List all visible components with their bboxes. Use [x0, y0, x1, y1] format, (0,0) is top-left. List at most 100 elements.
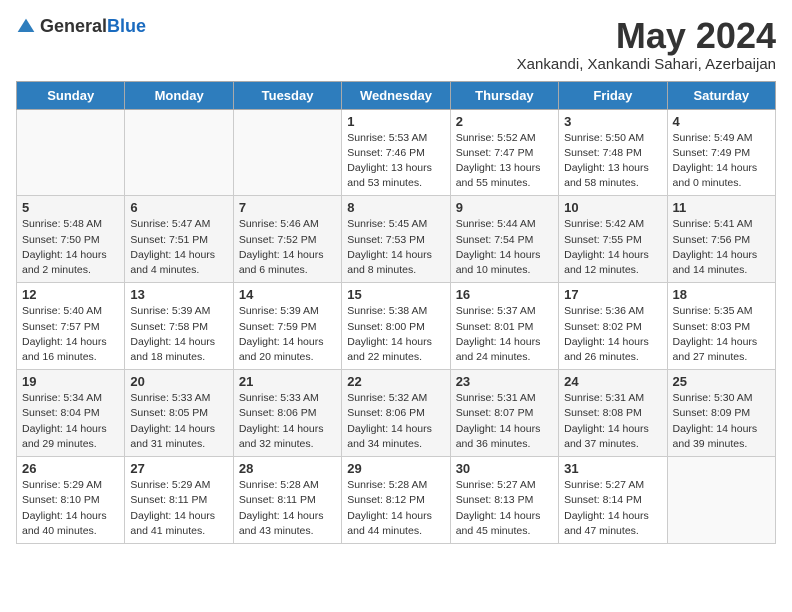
day-info: Sunrise: 5:28 AM Sunset: 8:11 PM Dayligh… — [239, 478, 336, 539]
day-number: 28 — [239, 461, 336, 476]
day-number: 6 — [130, 200, 227, 215]
weekday-header-tuesday: Tuesday — [233, 81, 341, 109]
day-info: Sunrise: 5:29 AM Sunset: 8:10 PM Dayligh… — [22, 478, 119, 539]
day-info: Sunrise: 5:27 AM Sunset: 8:13 PM Dayligh… — [456, 478, 553, 539]
calendar-cell: 16 Sunrise: 5:37 AM Sunset: 8:01 PM Dayli… — [450, 283, 558, 370]
calendar-cell — [667, 457, 775, 544]
calendar-cell: 9 Sunrise: 5:44 AM Sunset: 7:54 PM Daylig… — [450, 196, 558, 283]
day-number: 11 — [673, 200, 770, 215]
day-info: Sunrise: 5:36 AM Sunset: 8:02 PM Dayligh… — [564, 304, 661, 365]
calendar-cell: 28 Sunrise: 5:28 AM Sunset: 8:11 PM Dayli… — [233, 457, 341, 544]
day-number: 21 — [239, 374, 336, 389]
day-number: 10 — [564, 200, 661, 215]
calendar-cell: 23 Sunrise: 5:31 AM Sunset: 8:07 PM Dayli… — [450, 370, 558, 457]
calendar-header: SundayMondayTuesdayWednesdayThursdayFrid… — [17, 81, 776, 109]
day-number: 14 — [239, 287, 336, 302]
calendar-cell: 18 Sunrise: 5:35 AM Sunset: 8:03 PM Dayli… — [667, 283, 775, 370]
calendar-cell: 4Sunrise: 5:49 AM Sunset: 7:49 PM Daylig… — [667, 109, 775, 196]
weekday-header-thursday: Thursday — [450, 81, 558, 109]
day-number: 16 — [456, 287, 553, 302]
calendar-cell: 6Sunrise: 5:47 AM Sunset: 7:51 PM Daylig… — [125, 196, 233, 283]
calendar-week-row: 12Sunrise: 5:40 AM Sunset: 7:57 PM Dayli… — [17, 283, 776, 370]
calendar-week-row: 26Sunrise: 5:29 AM Sunset: 8:10 PM Dayli… — [17, 457, 776, 544]
day-number: 27 — [130, 461, 227, 476]
day-number: 18 — [673, 287, 770, 302]
day-info: Sunrise: 5:39 AM Sunset: 7:58 PM Dayligh… — [130, 304, 227, 365]
day-info: Sunrise: 5:46 AM Sunset: 7:52 PM Dayligh… — [239, 217, 336, 278]
calendar-body: 1 Sunrise: 5:53 AM Sunset: 7:46 PM Daylig… — [17, 109, 776, 543]
day-number: 19 — [22, 374, 119, 389]
weekday-header-wednesday: Wednesday — [342, 81, 450, 109]
page-header: GeneralBlue May 2024 Xankandi, Xankandi … — [16, 16, 776, 73]
day-info: Sunrise: 5:45 AM Sunset: 7:53 PM Dayligh… — [347, 217, 444, 278]
day-info: Sunrise: 5:33 AM Sunset: 8:05 PM Dayligh… — [130, 391, 227, 452]
day-number: 9 — [456, 200, 553, 215]
day-info: Sunrise: 5:32 AM Sunset: 8:06 PM Dayligh… — [347, 391, 444, 452]
day-info: Sunrise: 5:38 AM Sunset: 8:00 PM Dayligh… — [347, 304, 444, 365]
calendar-week-row: 1 Sunrise: 5:53 AM Sunset: 7:46 PM Daylig… — [17, 109, 776, 196]
calendar-cell: 8 Sunrise: 5:45 AM Sunset: 7:53 PM Daylig… — [342, 196, 450, 283]
calendar-cell: 19 Sunrise: 5:34 AM Sunset: 8:04 PM Dayli… — [17, 370, 125, 457]
calendar-cell: 30 Sunrise: 5:27 AM Sunset: 8:13 PM Dayli… — [450, 457, 558, 544]
day-info: Sunrise: 5:50 AM Sunset: 7:48 PM Dayligh… — [564, 131, 661, 192]
generalblue-logo-icon — [16, 17, 36, 37]
calendar-cell: 7 Sunrise: 5:46 AM Sunset: 7:52 PM Daylig… — [233, 196, 341, 283]
calendar-cell — [125, 109, 233, 196]
day-number: 1 — [347, 114, 444, 129]
calendar-cell: 27Sunrise: 5:29 AM Sunset: 8:11 PM Dayli… — [125, 457, 233, 544]
calendar-cell — [233, 109, 341, 196]
weekday-header-row: SundayMondayTuesdayWednesdayThursdayFrid… — [17, 81, 776, 109]
day-info: Sunrise: 5:33 AM Sunset: 8:06 PM Dayligh… — [239, 391, 336, 452]
day-info: Sunrise: 5:35 AM Sunset: 8:03 PM Dayligh… — [673, 304, 770, 365]
location-subtitle: Xankandi, Xankandi Sahari, Azerbaijan — [517, 56, 776, 73]
logo: GeneralBlue — [16, 16, 146, 37]
day-info: Sunrise: 5:27 AM Sunset: 8:14 PM Dayligh… — [564, 478, 661, 539]
weekday-header-monday: Monday — [125, 81, 233, 109]
day-info: Sunrise: 5:49 AM Sunset: 7:49 PM Dayligh… — [673, 131, 770, 192]
weekday-header-friday: Friday — [559, 81, 667, 109]
day-info: Sunrise: 5:39 AM Sunset: 7:59 PM Dayligh… — [239, 304, 336, 365]
calendar-cell: 29Sunrise: 5:28 AM Sunset: 8:12 PM Dayli… — [342, 457, 450, 544]
weekday-header-saturday: Saturday — [667, 81, 775, 109]
day-info: Sunrise: 5:31 AM Sunset: 8:07 PM Dayligh… — [456, 391, 553, 452]
day-number: 17 — [564, 287, 661, 302]
day-number: 23 — [456, 374, 553, 389]
day-number: 8 — [347, 200, 444, 215]
calendar-cell: 21 Sunrise: 5:33 AM Sunset: 8:06 PM Dayli… — [233, 370, 341, 457]
day-number: 13 — [130, 287, 227, 302]
day-info: Sunrise: 5:41 AM Sunset: 7:56 PM Dayligh… — [673, 217, 770, 278]
day-info: Sunrise: 5:53 AM Sunset: 7:46 PM Dayligh… — [347, 131, 444, 192]
calendar-week-row: 5Sunrise: 5:48 AM Sunset: 7:50 PM Daylig… — [17, 196, 776, 283]
day-number: 2 — [456, 114, 553, 129]
day-number: 7 — [239, 200, 336, 215]
logo-text: GeneralBlue — [40, 16, 146, 37]
day-number: 20 — [130, 374, 227, 389]
day-number: 5 — [22, 200, 119, 215]
day-info: Sunrise: 5:44 AM Sunset: 7:54 PM Dayligh… — [456, 217, 553, 278]
day-info: Sunrise: 5:40 AM Sunset: 7:57 PM Dayligh… — [22, 304, 119, 365]
day-info: Sunrise: 5:34 AM Sunset: 8:04 PM Dayligh… — [22, 391, 119, 452]
calendar-week-row: 19 Sunrise: 5:34 AM Sunset: 8:04 PM Dayli… — [17, 370, 776, 457]
calendar-cell — [17, 109, 125, 196]
calendar-cell: 5Sunrise: 5:48 AM Sunset: 7:50 PM Daylig… — [17, 196, 125, 283]
calendar-cell: 11 Sunrise: 5:41 AM Sunset: 7:56 PM Dayli… — [667, 196, 775, 283]
weekday-header-sunday: Sunday — [17, 81, 125, 109]
day-info: Sunrise: 5:30 AM Sunset: 8:09 PM Dayligh… — [673, 391, 770, 452]
calendar-table: SundayMondayTuesdayWednesdayThursdayFrid… — [16, 81, 776, 544]
calendar-cell: 2Sunrise: 5:52 AM Sunset: 7:47 PM Daylig… — [450, 109, 558, 196]
day-number: 22 — [347, 374, 444, 389]
day-info: Sunrise: 5:42 AM Sunset: 7:55 PM Dayligh… — [564, 217, 661, 278]
day-number: 15 — [347, 287, 444, 302]
day-number: 25 — [673, 374, 770, 389]
calendar-cell: 1 Sunrise: 5:53 AM Sunset: 7:46 PM Daylig… — [342, 109, 450, 196]
day-number: 30 — [456, 461, 553, 476]
calendar-cell: 24Sunrise: 5:31 AM Sunset: 8:08 PM Dayli… — [559, 370, 667, 457]
calendar-cell: 31Sunrise: 5:27 AM Sunset: 8:14 PM Dayli… — [559, 457, 667, 544]
calendar-cell: 12Sunrise: 5:40 AM Sunset: 7:57 PM Dayli… — [17, 283, 125, 370]
calendar-cell: 17 Sunrise: 5:36 AM Sunset: 8:02 PM Dayli… — [559, 283, 667, 370]
logo-general: General — [40, 16, 107, 36]
title-block: May 2024 Xankandi, Xankandi Sahari, Azer… — [517, 16, 776, 73]
day-info: Sunrise: 5:37 AM Sunset: 8:01 PM Dayligh… — [456, 304, 553, 365]
calendar-cell: 22 Sunrise: 5:32 AM Sunset: 8:06 PM Dayli… — [342, 370, 450, 457]
calendar-cell: 14 Sunrise: 5:39 AM Sunset: 7:59 PM Dayli… — [233, 283, 341, 370]
